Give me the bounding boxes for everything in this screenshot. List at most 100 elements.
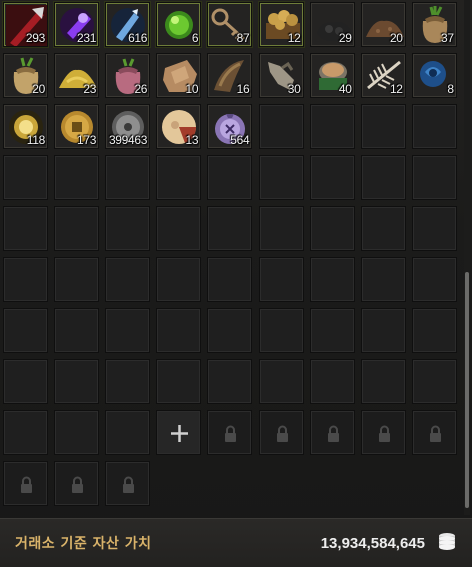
item-quantity: 26 <box>134 82 148 96</box>
inventory-slot-fish-bone[interactable]: 12 <box>360 53 406 98</box>
expand-inventory-button[interactable] <box>156 410 202 455</box>
inventory-slot-purple-pouch[interactable]: 564 <box>207 104 253 149</box>
empty-slot[interactable] <box>156 308 202 353</box>
empty-slot[interactable] <box>54 308 100 353</box>
inventory-slot-blue-crystal[interactable]: 616 <box>105 2 151 47</box>
locked-slot[interactable] <box>105 461 151 506</box>
empty-slot[interactable] <box>411 104 457 149</box>
inventory-slot-soil-pile[interactable]: 20 <box>360 2 406 47</box>
empty-slot[interactable] <box>105 206 151 251</box>
empty-slot[interactable] <box>3 308 48 353</box>
empty-slot[interactable] <box>156 257 202 302</box>
item-quantity: 29 <box>338 31 352 45</box>
empty-slot[interactable] <box>360 104 406 149</box>
lock-icon <box>276 425 288 442</box>
plus-icon <box>171 425 189 442</box>
empty-slot[interactable] <box>258 359 304 404</box>
empty-slot[interactable] <box>309 104 355 149</box>
inventory-slot-red-tool[interactable]: 293 <box>3 2 48 47</box>
inventory-slot-glove[interactable]: 30 <box>258 53 304 98</box>
inventory-slot-yellow-powder[interactable]: 23 <box>54 53 100 98</box>
inventory-slot-gold-coin[interactable]: 173 <box>54 104 100 149</box>
empty-slot[interactable] <box>54 410 100 455</box>
empty-slot[interactable] <box>258 206 304 251</box>
empty-slot[interactable] <box>309 257 355 302</box>
empty-slot[interactable] <box>54 206 100 251</box>
empty-slot[interactable] <box>207 257 253 302</box>
scrollbar-thumb[interactable] <box>465 272 469 508</box>
inventory-slot-coal[interactable]: 29 <box>309 2 355 47</box>
empty-slot[interactable] <box>411 359 457 404</box>
item-quantity: 13 <box>185 133 199 147</box>
empty-slot[interactable] <box>207 359 253 404</box>
locked-slot[interactable] <box>309 410 355 455</box>
empty-slot[interactable] <box>54 257 100 302</box>
empty-slot[interactable] <box>207 206 253 251</box>
item-quantity: 40 <box>338 82 352 96</box>
locked-slot[interactable] <box>207 410 253 455</box>
inventory-slot-grain-sack[interactable]: 20 <box>3 53 48 98</box>
inventory-slot-gold-orb[interactable]: 118 <box>3 104 48 149</box>
empty-slot[interactable] <box>105 155 151 200</box>
inventory-slot-silver-coin[interactable]: 399463 <box>105 104 151 149</box>
empty-slot[interactable] <box>309 359 355 404</box>
empty-slot[interactable] <box>258 155 304 200</box>
inventory-slot-seed-sack[interactable]: 37 <box>411 2 457 47</box>
empty-slot[interactable] <box>360 155 406 200</box>
empty-slot[interactable] <box>360 308 406 353</box>
empty-slot[interactable] <box>3 410 48 455</box>
item-quantity: 23 <box>83 82 97 96</box>
locked-slot[interactable] <box>360 410 406 455</box>
locked-slot[interactable] <box>258 410 304 455</box>
empty-slot[interactable] <box>258 257 304 302</box>
empty-slot[interactable] <box>156 206 202 251</box>
empty-slot[interactable] <box>3 206 48 251</box>
empty-slot[interactable] <box>309 155 355 200</box>
empty-slot[interactable] <box>309 206 355 251</box>
empty-slot[interactable] <box>411 257 457 302</box>
empty-slot[interactable] <box>3 257 48 302</box>
empty-slot[interactable] <box>258 308 304 353</box>
inventory-slot-green-orb[interactable]: 6 <box>156 2 202 47</box>
empty-slot[interactable] <box>258 104 304 149</box>
item-quantity: 118 <box>26 133 46 147</box>
item-quantity: 10 <box>185 82 199 96</box>
item-quantity: 399463 <box>108 133 148 147</box>
inventory-slot-meat-slice[interactable]: 13 <box>156 104 202 149</box>
empty-slot[interactable] <box>207 308 253 353</box>
inventory-slot-blue-rose[interactable]: 8 <box>411 53 457 98</box>
empty-slot[interactable] <box>360 206 406 251</box>
empty-slot[interactable] <box>105 410 151 455</box>
inventory-slot-key[interactable]: 87 <box>207 2 253 47</box>
lock-icon <box>21 476 32 493</box>
empty-slot[interactable] <box>411 155 457 200</box>
inventory-slot-stone-ore[interactable]: 10 <box>156 53 202 98</box>
asset-value-amount: 13,934,584,645 <box>320 535 425 552</box>
empty-slot[interactable] <box>411 308 457 353</box>
empty-slot[interactable] <box>54 359 100 404</box>
inventory-slot-pink-sack[interactable]: 26 <box>105 53 151 98</box>
locked-slot[interactable] <box>411 410 457 455</box>
item-quantity: 293 <box>25 31 45 45</box>
empty-slot[interactable] <box>156 359 202 404</box>
inventory-slot-horn[interactable]: 16 <box>207 53 253 98</box>
inventory-slot-purple-crystal[interactable]: 231 <box>54 2 100 47</box>
empty-slot[interactable] <box>105 257 151 302</box>
empty-slot[interactable] <box>360 359 406 404</box>
locked-slot[interactable] <box>3 461 48 506</box>
empty-slot[interactable] <box>309 308 355 353</box>
inventory-panel: 293 231 616 6 87 12 29 20 37 20 23 26 10 16 30 40 12 8 118… <box>0 0 472 567</box>
empty-slot[interactable] <box>156 155 202 200</box>
empty-slot[interactable] <box>411 206 457 251</box>
lock-icon <box>378 425 390 442</box>
empty-slot[interactable] <box>105 359 151 404</box>
locked-slot[interactable] <box>54 461 100 506</box>
empty-slot[interactable] <box>54 155 100 200</box>
empty-slot[interactable] <box>105 308 151 353</box>
empty-slot[interactable] <box>3 155 48 200</box>
empty-slot[interactable] <box>360 257 406 302</box>
empty-slot[interactable] <box>3 359 48 404</box>
inventory-slot-canned-food[interactable]: 40 <box>309 53 355 98</box>
inventory-slot-potato-crate[interactable]: 12 <box>258 2 304 47</box>
empty-slot[interactable] <box>207 155 253 200</box>
